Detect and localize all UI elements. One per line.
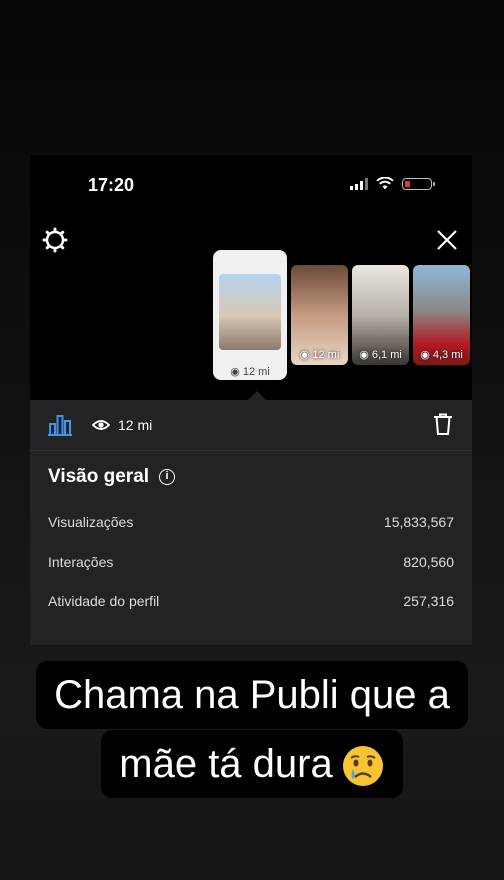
status-time: 17:20: [88, 175, 135, 195]
metric-row: Visualizações 15,833,567: [48, 514, 454, 530]
metric-value: 257,316: [403, 593, 454, 609]
metric-label: Atividade do perfil: [48, 593, 160, 609]
metric-label: Interações: [48, 554, 114, 570]
overview-title: Visão geral: [48, 466, 150, 487]
eye-icon: [92, 420, 110, 430]
info-icon[interactable]: i: [159, 469, 176, 485]
close-icon[interactable]: [434, 227, 460, 253]
overview-heading: Visão geral i: [48, 466, 176, 488]
signal-icon: [350, 177, 368, 190]
bar-chart-icon[interactable]: [48, 414, 72, 436]
metric-row: Interações 820,560: [48, 554, 454, 570]
caption-text-2: mãe tá dura: [119, 742, 333, 786]
story-thumbnail-selected[interactable]: ◉ 12 mi: [213, 250, 287, 380]
status-icons: [350, 177, 435, 190]
caption-line-1: Chama na Publi que a: [0, 661, 504, 729]
story-views: ◉ 12 mi: [230, 366, 270, 378]
crying-face-emoji: [342, 746, 383, 787]
metric-label: Visualizações: [48, 514, 134, 530]
metric-value: 820,560: [403, 554, 454, 570]
story-thumbnail[interactable]: ◉ 12 mi: [291, 265, 348, 365]
selection-pointer: [248, 391, 266, 400]
story-thumbnail[interactable]: ◉ 6,1 mi: [352, 265, 409, 365]
divider: [30, 450, 472, 451]
story-views: ◉ 4,3 mi: [420, 349, 463, 361]
metric-row: Atividade do perfil 257,316: [48, 593, 454, 609]
insights-panel: 12 mi Visão geral i Visualizações 15,833…: [30, 400, 472, 645]
story-views: ◉ 6,1 mi: [359, 349, 402, 361]
caption-text-1: Chama na Publi que a: [36, 661, 468, 729]
battery-icon: [402, 177, 435, 190]
story-views: ◉ 12 mi: [299, 349, 340, 361]
wifi-icon: [376, 177, 394, 190]
trash-icon[interactable]: [432, 412, 454, 436]
story-thumbnail[interactable]: ◉ 4,3 mi: [413, 265, 470, 365]
story-image: [219, 274, 281, 350]
caption-box-2: mãe tá dura: [101, 730, 403, 799]
settings-icon[interactable]: [42, 227, 68, 253]
caption-line-2: mãe tá dura: [0, 730, 504, 799]
metric-value: 15,833,567: [383, 514, 454, 530]
story-insights-screen: 17:20 ◉ 12 mi ◉ 12 mi ◉ 6,1 mi ◉ 4,3 mi …: [30, 155, 472, 645]
views-count: 12 mi: [92, 417, 152, 433]
panel-toolbar: 12 mi: [48, 414, 152, 436]
views-count-value: 12 mi: [118, 417, 153, 433]
